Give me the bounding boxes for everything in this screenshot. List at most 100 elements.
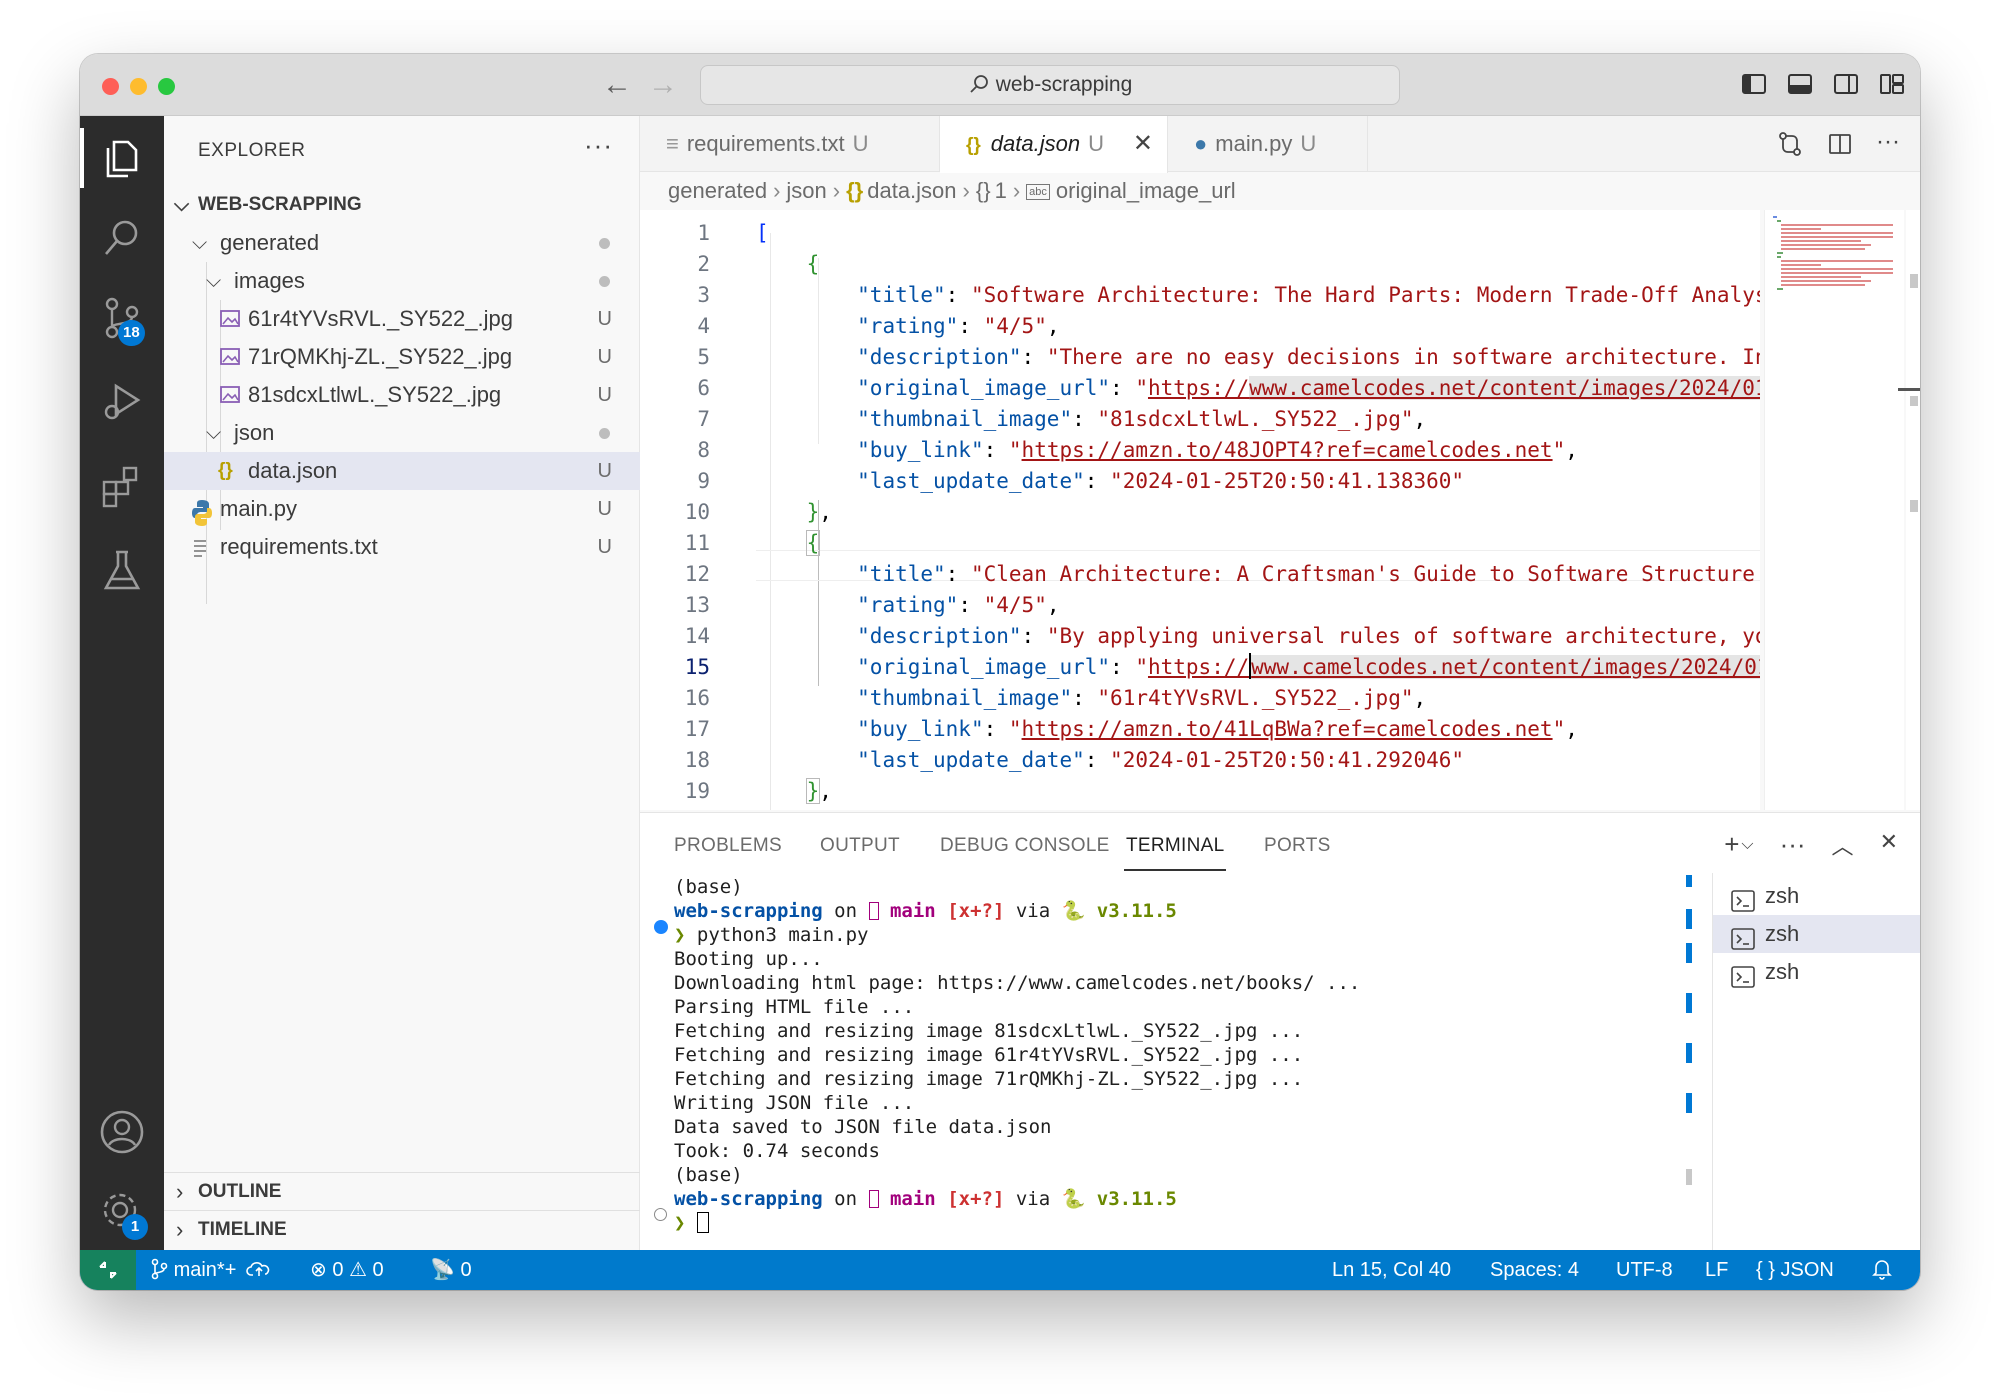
scrollbar-thumb[interactable] <box>1910 274 1918 288</box>
tab-main-py[interactable]: ● main.py U <box>1168 116 1368 172</box>
workspace-root[interactable]: ⌵ WEB-SCRAPPING <box>164 186 640 224</box>
json-file-icon: {} <box>966 135 981 156</box>
more-actions-icon[interactable]: ··· <box>1780 829 1806 861</box>
cursor-position-marker <box>1898 388 1920 391</box>
open-changes-icon[interactable] <box>1776 130 1804 158</box>
git-branch-status[interactable]: main*+ <box>150 1250 272 1290</box>
cursor-position[interactable]: Ln 15, Col 40 <box>1332 1250 1451 1290</box>
tree-file-image-1[interactable]: 61r4tYVsRVL._SY522_.jpg U <box>164 300 640 338</box>
tree-file-main-py[interactable]: main.py U <box>164 490 640 528</box>
breadcrumb-item[interactable]: json <box>786 178 826 203</box>
tab-ports[interactable]: PORTS <box>1264 835 1331 857</box>
tree-folder-json[interactable]: ⌵ json <box>164 414 640 452</box>
ports-status[interactable]: 📡 0 <box>430 1250 472 1290</box>
terminal-line: Parsing HTML file ... <box>674 996 915 1018</box>
breadcrumb-item[interactable]: original_image_url <box>1056 178 1236 203</box>
breadcrumb-item[interactable]: data.json <box>867 178 956 203</box>
json-link[interactable]: https://www.camelcodes.net/content/image… <box>1148 653 1760 679</box>
json-link[interactable]: https://www.camelcodes.net/content/image… <box>1148 376 1760 400</box>
extensions-icon[interactable] <box>98 462 146 510</box>
line-number: 10 <box>684 500 710 524</box>
notifications-bell-icon[interactable] <box>1872 1250 1892 1290</box>
more-actions-icon[interactable]: ··· <box>584 130 613 161</box>
command-success-dot[interactable] <box>654 920 668 934</box>
new-terminal-icon[interactable]: + ⌵ <box>1724 829 1753 861</box>
zoom-window-button[interactable] <box>158 78 175 95</box>
chevron-down-icon[interactable]: ⌵ <box>1741 836 1753 853</box>
terminal-instance[interactable]: zsh <box>1713 953 1920 991</box>
json-value: Software Architecture: The Hard Parts: M… <box>983 283 1760 307</box>
close-tab-icon[interactable]: ✕ <box>1133 116 1153 172</box>
minimap[interactable] <box>1764 210 1904 810</box>
customize-layout-icon[interactable] <box>1878 70 1906 98</box>
problems-status[interactable]: ⊗ 0 ⚠ 0 <box>310 1250 384 1290</box>
terminal-line: Took: 0.74 seconds <box>674 1140 880 1162</box>
sync-cloud-icon[interactable] <box>246 1258 272 1280</box>
chevron-right-icon: › <box>773 178 781 203</box>
encoding-status[interactable]: UTF-8 <box>1616 1250 1673 1290</box>
indentation-status[interactable]: Spaces: 4 <box>1490 1250 1579 1290</box>
tree-folder-images[interactable]: ⌵ images <box>164 262 640 300</box>
maximize-panel-icon[interactable]: ︿ <box>1832 829 1854 861</box>
tree-file-image-2[interactable]: 71rQMKhj-ZL._SY522_.jpg U <box>164 338 640 376</box>
search-icon[interactable] <box>98 214 146 262</box>
split-editor-icon[interactable] <box>1826 130 1854 158</box>
breadcrumb-item[interactable]: 1 <box>995 178 1007 203</box>
manage-gear-icon[interactable]: 1 <box>98 1188 148 1240</box>
accounts-icon[interactable] <box>98 1108 146 1156</box>
code-editor[interactable]: 1[ 2 { 3 "title": "Software Architecture… <box>640 210 1760 810</box>
outline-section[interactable]: › OUTLINE <box>164 1172 640 1210</box>
tree-file-requirements[interactable]: requirements.txt U <box>164 528 640 566</box>
python-icon: 🐍 <box>1061 1188 1086 1210</box>
tab-data-json[interactable]: {} data.json U ✕ <box>940 116 1168 173</box>
forward-arrow-icon[interactable]: → <box>648 67 678 103</box>
line-number: 7 <box>697 407 710 431</box>
terminal-line: (base) <box>674 1164 743 1186</box>
terminal-input-line[interactable]: ❯ <box>674 1211 709 1235</box>
tab-problems[interactable]: PROBLEMS <box>674 835 782 857</box>
toggle-secondary-sidebar-icon[interactable] <box>1832 70 1860 98</box>
testing-flask-icon[interactable] <box>98 546 146 594</box>
explorer-sidebar: EXPLORER ··· ⌵ WEB-SCRAPPING ⌵ generated… <box>164 116 640 1250</box>
terminal-output[interactable]: (base) web-scrapping on main [x+?] via 🐍… <box>640 873 1680 1251</box>
explorer-icon[interactable] <box>80 128 146 188</box>
breadcrumb: generated › json ›{} data.json ›{} 1 › abc origin… <box>668 174 1236 208</box>
terminal-tabs-list: zsh zsh zsh <box>1712 873 1920 1251</box>
eol-status[interactable]: LF <box>1705 1250 1728 1290</box>
tab-terminal[interactable]: TERMINAL <box>1123 835 1227 871</box>
json-value: 4/5 <box>996 593 1035 617</box>
command-pending-dot[interactable] <box>654 1208 667 1221</box>
breadcrumb-item[interactable]: generated <box>668 178 767 203</box>
tab-debug-console[interactable]: DEBUG CONSOLE <box>940 835 1110 857</box>
timeline-section[interactable]: › TIMELINE <box>164 1210 640 1248</box>
toggle-primary-sidebar-icon[interactable] <box>1740 70 1768 98</box>
json-value: 61r4tYVsRVL._SY522_.jpg <box>1110 686 1401 710</box>
run-and-debug-icon[interactable] <box>98 378 146 426</box>
tree-file-image-3[interactable]: 81sdcxLtlwL._SY522_.jpg U <box>164 376 640 414</box>
command-center-text: web-scrapping <box>995 73 1133 96</box>
back-arrow-icon[interactable]: ← <box>602 67 632 103</box>
tree-folder-generated[interactable]: ⌵ generated <box>164 224 640 262</box>
terminal-instance[interactable]: zsh <box>1713 915 1920 953</box>
more-actions-icon[interactable]: ··· <box>1876 130 1900 158</box>
toggle-panel-icon[interactable] <box>1786 70 1814 98</box>
remote-indicator-icon[interactable] <box>80 1250 136 1290</box>
editor-scrollbar[interactable] <box>1898 210 1920 810</box>
minimize-window-button[interactable] <box>130 78 147 95</box>
language-mode[interactable]: { } JSON <box>1756 1250 1834 1290</box>
tree-file-data-json[interactable]: {} data.json U <box>164 452 640 490</box>
source-control-icon[interactable]: 18 <box>98 294 146 346</box>
terminal-scrollbar-thumb[interactable] <box>1686 1169 1692 1185</box>
close-window-button[interactable] <box>102 78 119 95</box>
source-control-badge: 18 <box>118 320 145 346</box>
json-link[interactable]: https://amzn.to/41LqBWa?ref=camelcodes.n… <box>1022 717 1553 741</box>
terminal-instance[interactable]: zsh <box>1713 877 1920 915</box>
json-link[interactable]: https://amzn.to/48JOPT4?ref=camelcodes.n… <box>1022 438 1553 462</box>
tab-requirements-txt[interactable]: ≡ requirements.txt U <box>640 116 940 172</box>
close-panel-icon[interactable]: ✕ <box>1880 829 1898 861</box>
line-number: 17 <box>684 717 710 741</box>
terminal-line: (base) <box>674 876 743 898</box>
terminal-command-line: ❯ python3 main.py <box>674 924 869 946</box>
command-center-search[interactable]: web-scrapping <box>700 65 1400 105</box>
tab-output[interactable]: OUTPUT <box>820 835 900 857</box>
